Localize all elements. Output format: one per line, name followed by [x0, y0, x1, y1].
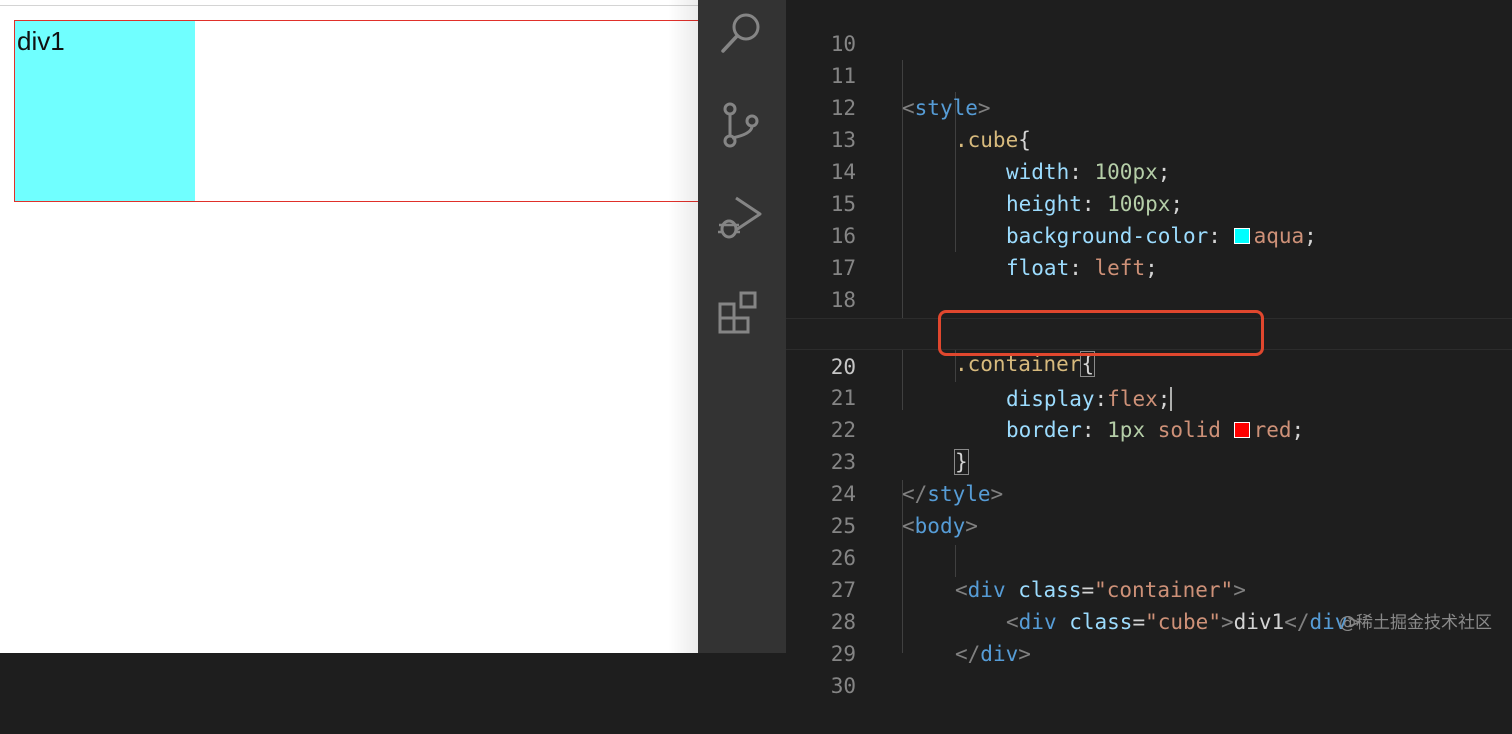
code-line: 16 float: left;: [786, 188, 1512, 280]
code-line: 24 <body>: [786, 446, 1512, 538]
code-line: 17: [786, 220, 1512, 280]
extensions-icon[interactable]: [716, 288, 766, 338]
code-line: 25: [786, 478, 1512, 538]
code-line: 30: [786, 638, 1512, 698]
activity-bar: [698, 0, 786, 653]
source-control-icon[interactable]: [716, 100, 766, 150]
line-number: 30: [830, 674, 856, 698]
code-line: 27 <div class="cube">div1</div>: [786, 542, 1512, 634]
preview-top-border: [0, 0, 698, 6]
code-line: 23 </style>: [786, 414, 1512, 506]
search-icon[interactable]: [716, 8, 766, 58]
code-line: 13 width: 100px;: [786, 92, 1512, 184]
code-line: 12 .cube{: [786, 60, 1512, 152]
watermark: @稀土掘金技术社区: [1339, 613, 1492, 633]
code-line: 14 height: 100px;: [786, 124, 1512, 216]
preview-edge-shadow: [668, 0, 698, 653]
code-line: 28 </div>: [786, 574, 1512, 666]
browser-preview: div1: [0, 0, 698, 653]
code-line: 15 background-color: aqua;: [786, 156, 1512, 248]
code-line: 22 }: [786, 382, 1512, 475]
code-line: 26 <div class="container">: [786, 510, 1512, 602]
cube-div: div1: [15, 21, 195, 201]
flex-container: div1: [14, 20, 698, 202]
run-debug-icon[interactable]: [716, 192, 766, 242]
code-line: 11 <style>: [786, 28, 1512, 120]
code-line: 10: [786, 0, 1512, 56]
code-line: 18 }: [786, 252, 1512, 344]
annotation-highlight-box: [938, 310, 1264, 356]
